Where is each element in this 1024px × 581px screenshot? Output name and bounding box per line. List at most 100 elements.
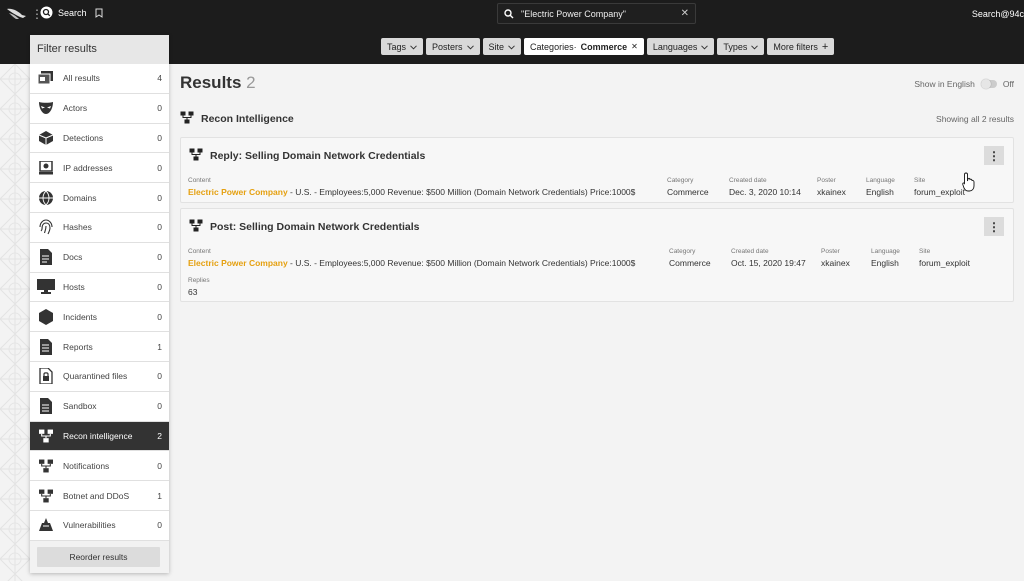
poster-value[interactable]: xkainex <box>817 187 846 197</box>
card-title[interactable]: Post: Selling Domain Network Credentials <box>189 219 419 235</box>
content-text: - U.S. - Employees:5,000 Revenue: $500 M… <box>287 258 636 268</box>
filter-chip-label: Posters <box>432 41 463 52</box>
filter-item-botnet-and-ddos[interactable]: Botnet and DDoS 1 <box>30 481 169 511</box>
result-card[interactable]: Post: Selling Domain Network Credentials… <box>180 208 1014 302</box>
filter-chip-languages[interactable]: Languages <box>646 38 715 55</box>
filter-chip-label: More filters <box>773 41 818 52</box>
filter-item-recon-intelligence[interactable]: Recon intelligence 2 <box>30 421 169 452</box>
card-menu-button[interactable]: ⋮ <box>984 146 1004 165</box>
card-menu-button[interactable]: ⋮ <box>984 217 1004 236</box>
filter-item-count: 0 <box>157 281 162 292</box>
filter-item-hashes[interactable]: Hashes 0 <box>30 212 169 243</box>
content-text: - U.S. - Employees:5,000 Revenue: $500 M… <box>287 187 636 197</box>
plus-icon[interactable]: + <box>822 41 828 53</box>
background-pattern <box>0 64 30 581</box>
card-title[interactable]: Reply: Selling Domain Network Credential… <box>189 148 425 164</box>
filter-item-sandbox[interactable]: Sandbox 0 <box>30 391 169 422</box>
poster-label: Poster <box>821 248 840 255</box>
language-value: English <box>866 187 894 197</box>
filter-results-panel: Filter results All results 4 Actors 0 Detect… <box>30 35 169 573</box>
chevron-down-icon[interactable] <box>466 42 474 52</box>
created-field: Created date Oct. 15, 2020 19:47 <box>731 248 806 268</box>
replies-field: Replies 63 <box>188 277 210 297</box>
monitor-icon <box>36 279 56 295</box>
filter-item-domains[interactable]: Domains 0 <box>30 183 169 213</box>
filter-chip-value: Commerce <box>580 41 628 52</box>
content-field: Content Electric Power Company - U.S. - … <box>188 248 635 268</box>
poster-value[interactable]: xkainex <box>821 258 850 268</box>
language-label: Language <box>871 248 900 255</box>
global-search-input[interactable]: "Electric Power Company" ✕ <box>497 3 696 24</box>
filter-item-hosts[interactable]: Hosts 0 <box>30 272 169 303</box>
filter-chip-site[interactable]: Site <box>482 38 522 55</box>
search-query[interactable]: "Electric Power Company" <box>521 9 681 19</box>
chevron-down-icon[interactable] <box>751 42 759 52</box>
site-value[interactable]: forum_exploit <box>919 258 970 268</box>
filter-item-incidents[interactable]: Incidents 0 <box>30 302 169 333</box>
category-value: Commerce <box>667 187 709 197</box>
filter-item-reports[interactable]: Reports 1 <box>30 332 169 362</box>
filter-item-label: Domains <box>63 192 97 203</box>
content-value: Electric Power Company - U.S. - Employee… <box>188 258 635 268</box>
filter-chip-posters[interactable]: Posters <box>426 38 480 55</box>
actor-mask-icon <box>36 100 56 116</box>
language-field: Language English <box>871 248 900 268</box>
close-icon[interactable]: ✕ <box>631 42 638 51</box>
card-title-text[interactable]: Post: Selling Domain Network Credentials <box>210 221 419 233</box>
search-nav-label: Search <box>58 7 87 18</box>
poster-field: Poster xkainex <box>821 248 850 268</box>
site-label: Site <box>919 248 931 255</box>
report-icon <box>36 338 56 355</box>
fingerprint-icon <box>36 219 56 235</box>
filter-item-vulnerabilities[interactable]: Vulnerabilities 0 <box>30 510 169 541</box>
filter-item-count: 4 <box>157 73 162 84</box>
chevron-down-icon[interactable] <box>508 42 515 52</box>
falcon-logo-icon[interactable] <box>6 6 28 22</box>
content-field: Content Electric Power Company - U.S. - … <box>188 177 635 197</box>
filter-item-label: IP addresses <box>63 162 113 173</box>
category-field: Category Commerce <box>667 177 709 197</box>
filter-chip-categories[interactable]: Categories· Commerce ✕ <box>524 38 644 55</box>
chevron-down-icon[interactable] <box>410 42 417 52</box>
filter-item-quarantined-files[interactable]: Quarantined files 0 <box>30 361 169 392</box>
language-label: Language <box>866 177 895 184</box>
filter-chip-more-filters[interactable]: More filters + <box>767 38 835 55</box>
result-card[interactable]: Reply: Selling Domain Network Credential… <box>180 137 1014 203</box>
bookmark-icon[interactable] <box>95 8 103 18</box>
filter-chip-tags[interactable]: Tags <box>381 38 424 55</box>
toggle-switch[interactable] <box>980 79 997 89</box>
clear-search-icon[interactable]: ✕ <box>681 8 689 19</box>
vulnerability-icon <box>36 517 56 533</box>
chevron-down-icon[interactable] <box>701 42 709 52</box>
show-english-toggle[interactable]: Show in English Off <box>914 79 1014 89</box>
filter-item-notifications[interactable]: Notifications 0 <box>30 451 169 482</box>
network-icon <box>36 488 56 504</box>
globe-icon <box>36 190 56 206</box>
filter-item-label: Botnet and DDoS <box>63 490 130 501</box>
filter-item-docs[interactable]: Docs 0 <box>30 242 169 273</box>
filter-item-label: Detections <box>63 132 104 143</box>
network-icon <box>180 111 194 127</box>
section-heading: Recon Intelligence <box>180 111 294 127</box>
hexagon-icon <box>36 308 56 325</box>
reorder-results-button[interactable]: Reorder results <box>37 547 160 567</box>
filter-item-label: Recon intelligence <box>63 430 133 441</box>
filter-item-detections[interactable]: Detections 0 <box>30 123 169 154</box>
content-label: Content <box>188 177 211 184</box>
filter-chip-label: Tags <box>387 41 407 52</box>
filter-item-count: 0 <box>157 103 162 114</box>
card-title-text[interactable]: Reply: Selling Domain Network Credential… <box>210 150 425 162</box>
category-label: Category <box>667 177 694 184</box>
category-field: Category Commerce <box>669 248 711 268</box>
search-nav[interactable]: Search <box>40 6 103 19</box>
user-account[interactable]: Search@94c <box>972 9 1024 19</box>
site-value[interactable]: forum_exploit <box>914 187 965 197</box>
filter-item-all-results[interactable]: All results 4 <box>30 64 169 94</box>
filter-item-actors[interactable]: Actors 0 <box>30 93 169 124</box>
filter-chip-types[interactable]: Types <box>717 38 765 55</box>
content-highlight: Electric Power Company <box>188 187 288 197</box>
category-value: Commerce <box>669 258 711 268</box>
filter-item-count: 1 <box>157 490 162 501</box>
filter-item-count: 0 <box>157 311 162 322</box>
filter-item-ip-addresses[interactable]: IP addresses 0 <box>30 153 169 184</box>
